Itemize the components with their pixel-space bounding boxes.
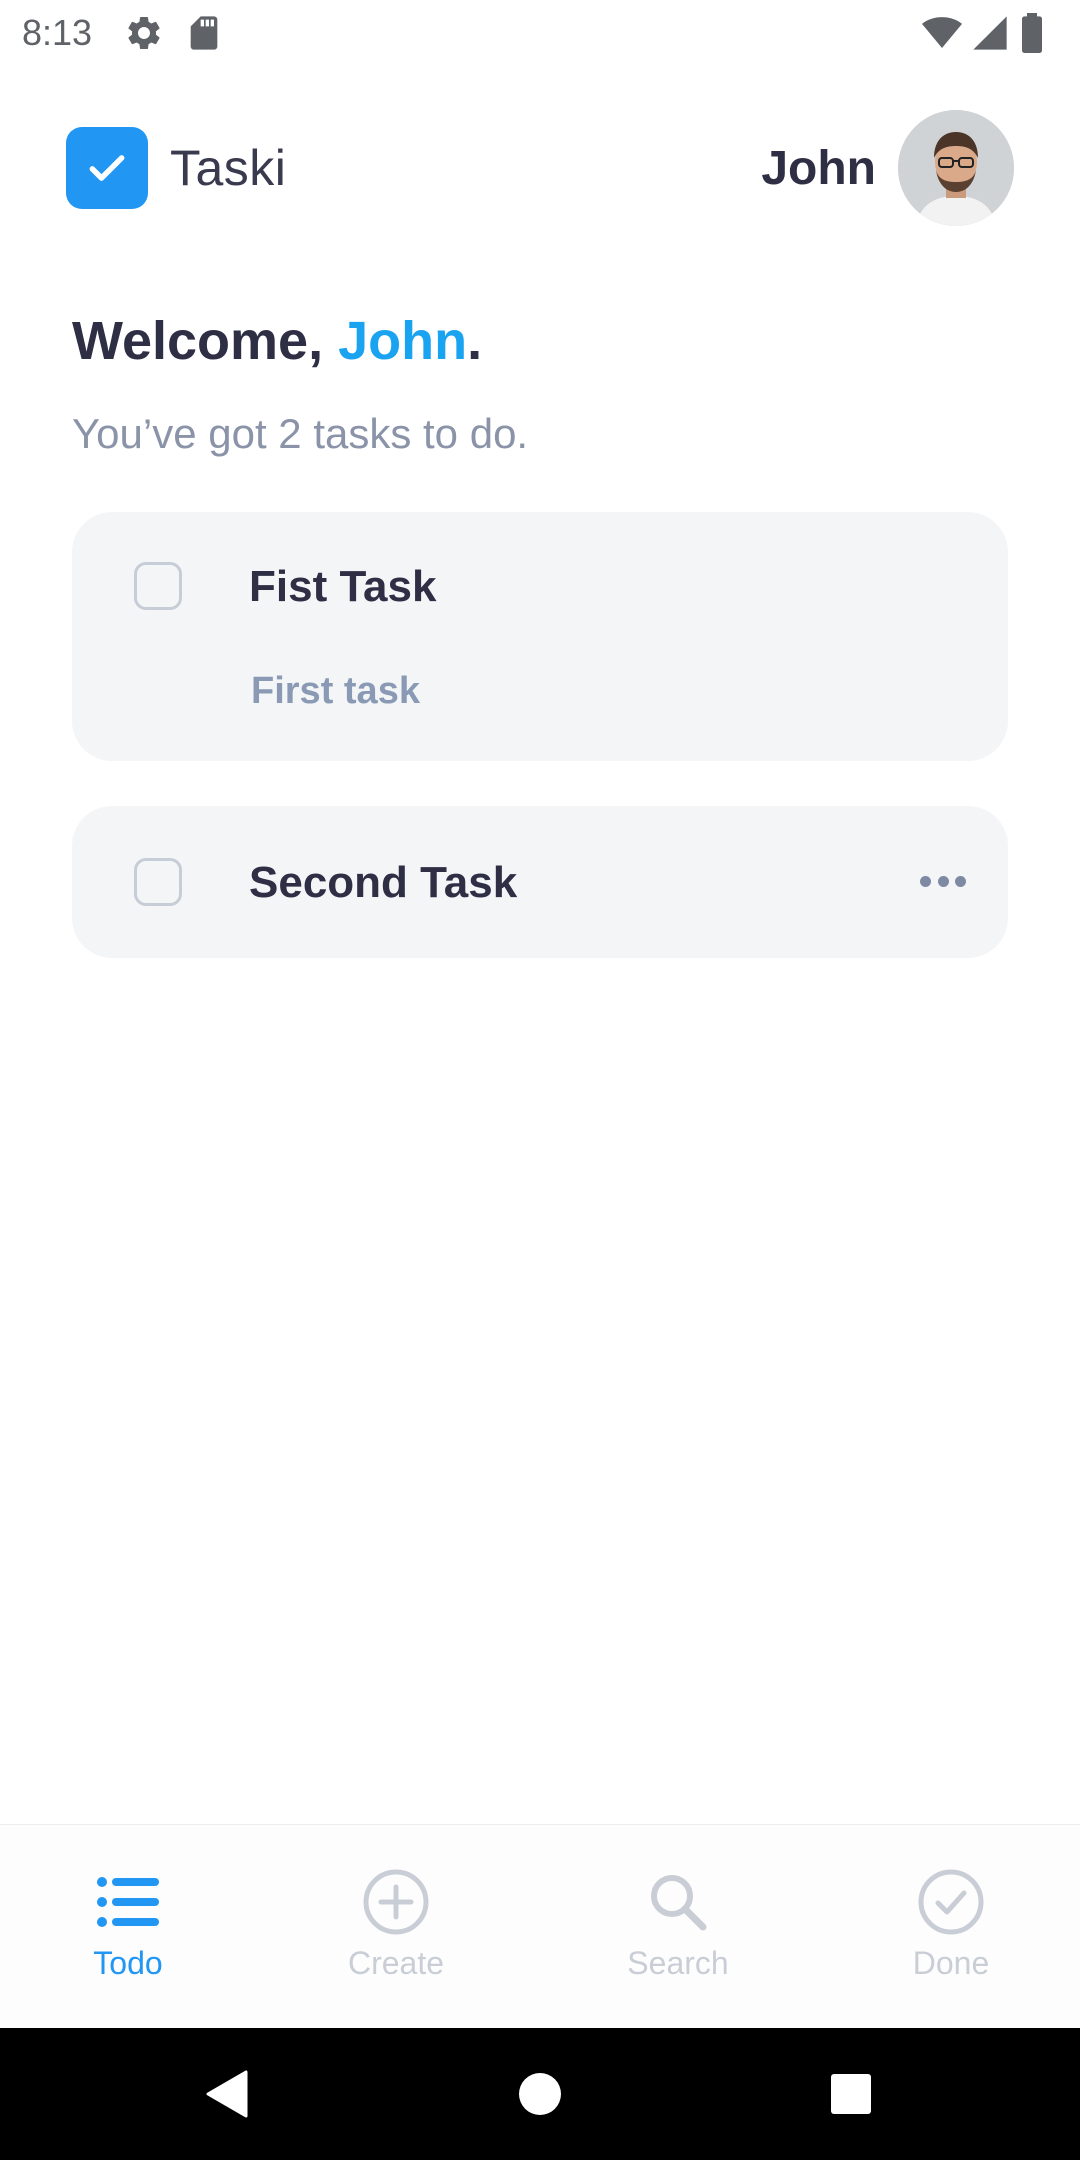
task-card[interactable]: Second Task [72,806,1008,958]
status-bar: 8:13 [0,0,1080,66]
sd-card-icon [184,13,224,53]
plus-circle-icon [361,1867,431,1937]
app-name: Taski [170,140,287,196]
nav-label-todo: Todo [93,1945,163,1981]
search-icon [643,1867,713,1937]
task-title: Fist Task [249,562,437,611]
nav-item-create[interactable]: Create [296,1825,496,2029]
nav-label-done: Done [912,1945,990,1981]
signal-icon [970,13,1010,53]
nav-label-create: Create [347,1945,445,1981]
system-navigation-bar [0,2028,1080,2160]
home-icon[interactable] [512,2066,568,2122]
battery-icon [1018,13,1058,53]
recents-icon[interactable] [823,2066,879,2122]
app-header: Taski John [66,110,1014,226]
nav-label-search: Search [627,1945,729,1981]
task-count-subtitle: You’ve got 2 tasks to do. [72,410,529,457]
app-logo [66,127,148,209]
welcome-prefix: Welcome, [72,311,339,371]
welcome-suffix: . [467,311,483,371]
user-name: John [761,141,876,195]
nav-item-done[interactable]: Done [851,1825,1051,2029]
avatar[interactable] [898,110,1014,226]
list-icon [93,1867,163,1937]
back-icon[interactable] [198,2066,254,2122]
task-checkbox[interactable] [134,562,182,610]
more-options-icon[interactable] [920,876,966,890]
checkmark-icon [89,155,125,181]
nav-item-search[interactable]: Search [578,1825,778,2029]
status-time: 8:13 [22,12,93,53]
welcome-heading: Welcome, John. [72,310,482,372]
gear-icon [124,13,164,53]
wifi-icon [922,13,962,53]
bottom-navigation: Todo Create Search Done [0,1824,1080,2028]
task-description: First task [251,670,420,712]
check-circle-icon [916,1867,986,1937]
task-card[interactable]: Fist Task First task [72,512,1008,761]
task-title: Second Task [249,858,518,907]
status-right [922,13,1058,53]
welcome-name: John [338,311,468,371]
nav-item-todo[interactable]: Todo [28,1825,228,2029]
task-checkbox[interactable] [134,858,182,906]
screen: 8:13 Taski John Welcome, John. You’ve go… [0,0,1080,2160]
